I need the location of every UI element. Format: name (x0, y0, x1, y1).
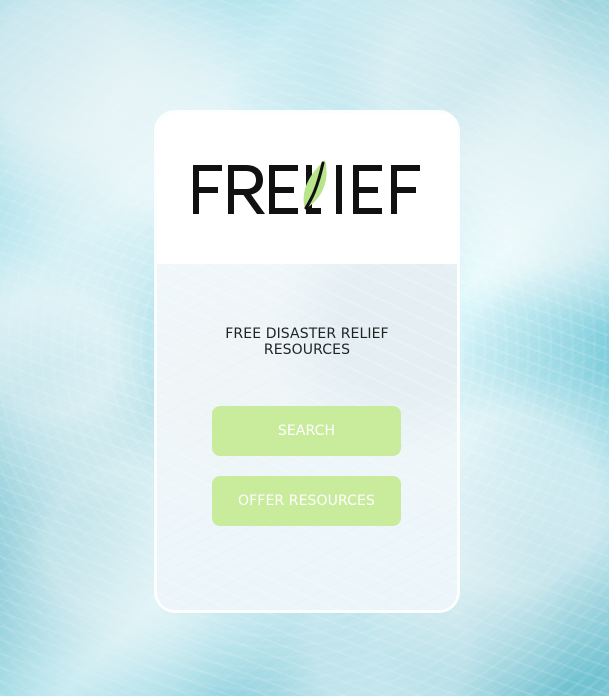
logo-panel (157, 113, 457, 264)
relief-card: FREE DISASTER RELIEF RESOURCES SEARCH OF… (157, 113, 457, 610)
search-button[interactable]: SEARCH (212, 406, 401, 456)
page-title: FREE DISASTER RELIEF RESOURCES (225, 326, 389, 358)
relief-actions-panel: FREE DISASTER RELIEF RESOURCES SEARCH OF… (157, 264, 457, 610)
offer-resources-button[interactable]: OFFER RESOURCES (212, 476, 401, 526)
frelief-logo (193, 155, 422, 217)
ocean-background: FREE DISASTER RELIEF RESOURCES SEARCH OF… (0, 0, 609, 696)
frelief-logo-mark (193, 160, 420, 214)
